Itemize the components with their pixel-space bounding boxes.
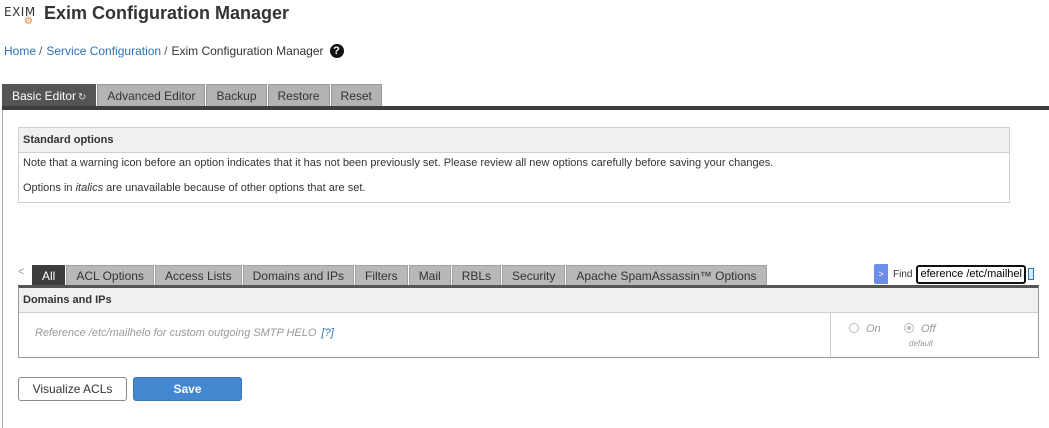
option-row: Reference /etc/mailhelo for custom outgo… [19,313,1038,357]
tab-mail[interactable]: Mail [408,265,451,286]
breadcrumb: Home / Service Configuration / Exim Conf… [4,44,344,58]
tab-access-lists[interactable]: Access Lists [154,265,242,286]
page-title: Exim Configuration Manager [44,3,290,23]
breadcrumb-home[interactable]: Home [4,44,36,58]
row-divider [830,313,831,357]
tab-filters[interactable]: Filters [355,265,408,286]
radio-on[interactable]: On [849,320,881,335]
breadcrumb-service-configuration[interactable]: Service Configuration [46,44,161,58]
tab-advanced-editor[interactable]: Advanced Editor [97,84,206,106]
help-icon[interactable]: ? [329,44,344,58]
standard-options-panel: Standard options Note that a warning ico… [18,127,1010,203]
italics-note-prefix: Options in [23,182,76,194]
option-label-text: Reference /etc/mailhelo for custom outgo… [35,327,317,339]
tab-security[interactable]: Security [502,265,566,286]
tabs-bar [2,106,1049,110]
page-header: EXIM ⚙ Exim Configuration Manager [4,3,289,31]
radio-on-label: On [866,323,881,335]
radio-off-label: Off [921,323,936,335]
find-area: > Find [874,263,1035,285]
tab-all[interactable]: All [32,265,66,286]
italics-word: italics [75,182,104,194]
find-toggle-button[interactable]: > [874,264,888,284]
option-help-link[interactable]: [?] [322,327,334,339]
tab-restore[interactable]: Restore [267,84,330,106]
save-button[interactable]: Save [133,377,242,401]
find-label: Find [893,268,913,280]
main-tabs: Basic Editor ↻ Advanced Editor Backup Res… [2,84,383,106]
radio-off-circle[interactable] [904,322,914,333]
content-border [2,110,3,428]
domains-panel-title: Domains and IPs [19,288,1038,313]
standard-options-title: Standard options [19,128,1009,153]
find-input[interactable] [916,264,1027,284]
domains-and-ips-panel: Domains and IPs Reference /etc/mailhelo … [18,285,1039,358]
tab-backup[interactable]: Backup [206,84,267,106]
refresh-icon: ↻ [78,92,87,103]
tab-rbls[interactable]: RBLs [451,265,502,286]
tabs-prev-button[interactable]: < [18,264,32,286]
warning-note: Note that a warning icon before an optio… [23,157,774,169]
tab-basic-editor[interactable]: Basic Editor ↻ [2,84,97,106]
italics-note-suffix: are unavailable because of other options… [103,182,366,194]
radio-on-circle[interactable] [849,322,859,333]
radio-off[interactable]: Off [904,320,936,335]
option-category-tabs: < All ACL Options Access Lists Domains a… [18,264,768,286]
find-clear-icon[interactable] [1028,268,1035,280]
option-label: Reference /etc/mailhelo for custom outgo… [35,327,334,339]
tab-reset[interactable]: Reset [330,84,382,106]
breadcrumb-current: Exim Configuration Manager [171,44,324,58]
tab-spamassassin-options[interactable]: Apache SpamAssassin™ Options [566,265,767,286]
tab-domains-and-ips[interactable]: Domains and IPs [242,265,355,286]
visualize-acls-button[interactable]: Visualize ACLs [18,377,127,401]
gear-icon: ⚙ [24,16,33,27]
breadcrumb-separator: / [39,44,43,58]
exim-logo: EXIM ⚙ [4,3,38,31]
breadcrumb-separator: / [164,44,168,58]
tab-label: Basic Editor [12,89,77,103]
tab-acl-options[interactable]: ACL Options [66,265,154,286]
default-note: default [909,339,934,348]
italics-note: Options in italics are unavailable becau… [19,182,1009,194]
